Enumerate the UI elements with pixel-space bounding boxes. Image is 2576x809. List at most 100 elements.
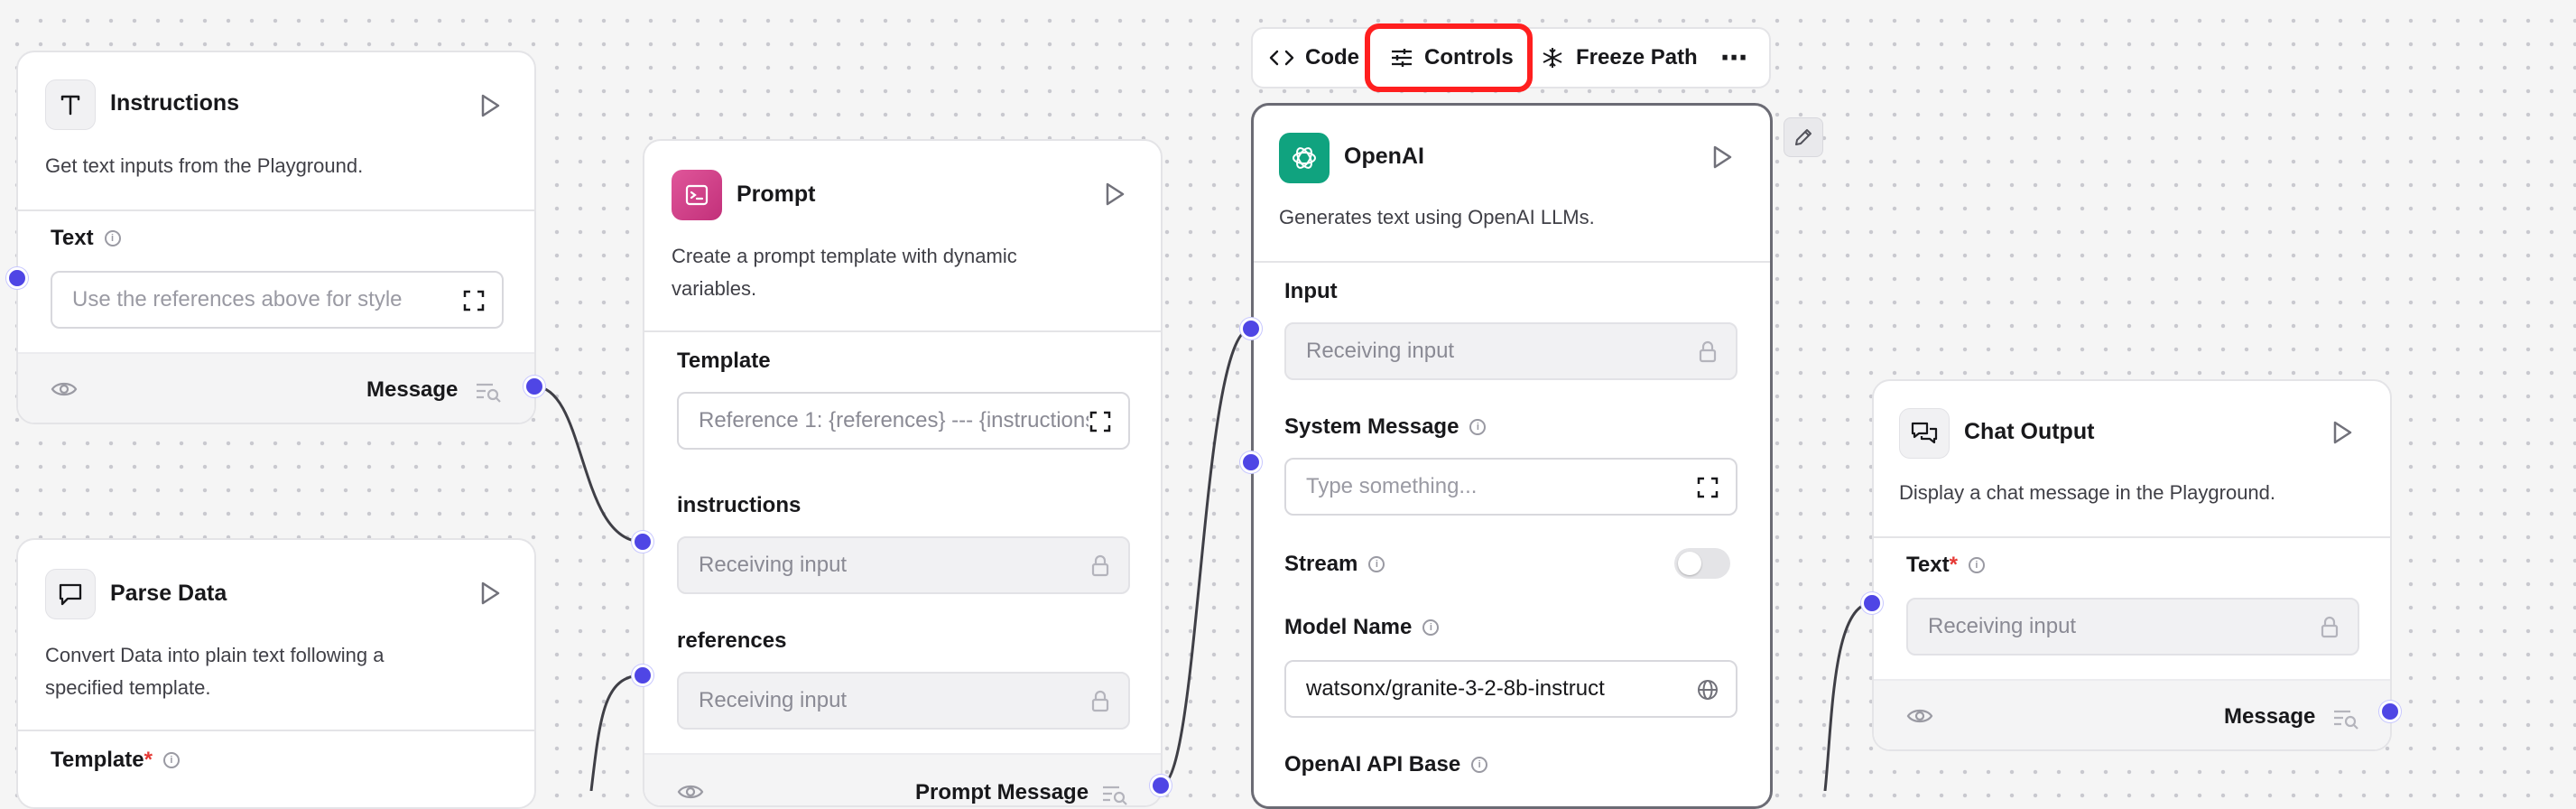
input-value: Receiving input: [1306, 339, 1455, 363]
output-label: Prompt Message: [915, 780, 1089, 804]
node-title: OpenAI: [1344, 144, 1424, 169]
divider: [18, 209, 534, 211]
text-input: Receiving input: [1906, 598, 2359, 656]
expand-icon[interactable]: [1089, 410, 1112, 433]
field-label-text: Text i: [51, 226, 121, 251]
node-header: Parse Data: [18, 540, 534, 645]
info-icon: i: [104, 230, 121, 246]
port-prompt-references[interactable]: [632, 665, 653, 686]
stream-toggle[interactable]: [1674, 548, 1730, 579]
play-icon[interactable]: [1710, 144, 1734, 171]
play-icon[interactable]: [478, 92, 502, 119]
label-text: Model Name: [1284, 615, 1413, 639]
edge-openai-chat: [1823, 601, 1873, 791]
output-label: Message: [2224, 704, 2316, 729]
port-openai-input[interactable]: [1240, 318, 1262, 339]
node-instructions[interactable]: Instructions Get text inputs from the Pl…: [16, 51, 536, 424]
eye-icon[interactable]: [1906, 706, 1933, 726]
system-message-input[interactable]: Type something...: [1284, 458, 1737, 516]
node-description: Display a chat message in the Playground…: [1899, 481, 2276, 504]
port-chat-output[interactable]: [2379, 701, 2401, 722]
edge-instructions-prompt: [533, 385, 644, 544]
field-label-template: Template * i: [51, 748, 180, 773]
node-description-line2: specified template.: [45, 676, 211, 699]
play-icon[interactable]: [1103, 181, 1126, 208]
node-header: Chat Output: [1874, 381, 2390, 486]
parse-icon: [45, 569, 96, 619]
play-icon[interactable]: [2330, 419, 2354, 446]
field-label-system-message: System Message i: [1284, 414, 1487, 440]
node-description-line1: Create a prompt template with dynamic: [672, 245, 1017, 267]
list-search-icon: [2334, 710, 2358, 730]
lock-icon: [1089, 690, 1112, 713]
lock-icon: [1696, 340, 1719, 364]
port-prompt-instructions[interactable]: [632, 531, 653, 553]
node-header: OpenAI: [1254, 106, 1770, 210]
input-value: Reference 1: {references} --- {instructi…: [699, 408, 1104, 432]
chat-icon: [1899, 408, 1950, 459]
port-prompt-output[interactable]: [1150, 775, 1172, 796]
text-input[interactable]: Use the references above for style: [51, 271, 504, 329]
port-instructions-input[interactable]: [6, 267, 28, 289]
node-footer: Message: [18, 352, 534, 423]
node-header: Instructions: [18, 52, 534, 157]
field-label-api-base: OpenAI API Base i: [1284, 752, 1488, 777]
label-text: Template: [51, 748, 144, 772]
node-chat-output[interactable]: Chat Output Display a chat message in th…: [1872, 379, 2392, 751]
field-label-text: Text * i: [1906, 553, 1985, 578]
node-footer: Prompt Message: [644, 753, 1161, 805]
play-icon[interactable]: [478, 580, 502, 607]
edge-parse-prompt: [589, 674, 644, 791]
more-icon: ⋯: [1720, 42, 1747, 73]
globe-icon[interactable]: [1696, 678, 1719, 702]
node-title: Parse Data: [110, 581, 227, 606]
eye-icon[interactable]: [51, 379, 78, 399]
list-search-icon: [1103, 786, 1127, 805]
eye-icon[interactable]: [677, 782, 704, 802]
edge-prompt-openai: [1160, 327, 1252, 787]
more-options-button[interactable]: ⋯: [1720, 29, 1747, 87]
node-parse-data[interactable]: Parse Data Convert Data into plain text …: [16, 538, 536, 809]
required-mark: *: [144, 748, 153, 772]
field-label-stream: Stream i: [1284, 552, 1385, 577]
node-header: Prompt: [644, 141, 1161, 246]
output-label: Message: [366, 377, 459, 402]
node-title: Chat Output: [1964, 419, 2095, 444]
divider: [1874, 536, 2390, 538]
required-mark: *: [1949, 553, 1958, 577]
divider: [18, 730, 534, 731]
node-openai[interactable]: OpenAI Generates text using OpenAI LLMs.…: [1251, 103, 1773, 809]
controls-highlight: [1365, 23, 1533, 92]
divider: [644, 330, 1161, 332]
code-button[interactable]: Code: [1269, 29, 1359, 87]
port-instructions-output[interactable]: [524, 376, 545, 397]
divider: [1254, 261, 1770, 263]
text-icon: [45, 79, 96, 130]
node-footer: Message: [1874, 679, 2390, 749]
input-value: watsonx/granite-3-2-8b-instruct: [1306, 676, 1605, 701]
input-placeholder: Use the references above for style: [72, 287, 403, 312]
label-text: Stream: [1284, 552, 1358, 576]
freeze-path-button[interactable]: Freeze Path: [1540, 29, 1698, 87]
field-label-template: Template: [677, 349, 771, 373]
terminal-icon: [672, 170, 722, 220]
template-input[interactable]: Reference 1: {references} --- {instructi…: [677, 392, 1130, 450]
expand-icon[interactable]: [1696, 476, 1719, 499]
code-icon: [1269, 50, 1294, 66]
list-search-icon: [477, 383, 501, 403]
node-prompt[interactable]: Prompt Create a prompt template with dyn…: [643, 139, 1163, 807]
port-chat-input[interactable]: [1861, 592, 1883, 614]
field-label-instructions: instructions: [677, 493, 802, 517]
node-title: Prompt: [737, 181, 816, 207]
references-input: Receiving input: [677, 672, 1130, 730]
instructions-input: Receiving input: [677, 536, 1130, 594]
expand-icon[interactable]: [462, 289, 486, 312]
edit-name-button[interactable]: [1784, 117, 1823, 157]
freeze-label: Freeze Path: [1576, 45, 1698, 70]
info-icon: i: [1368, 556, 1385, 572]
label-text: Text: [51, 226, 94, 250]
info-icon: i: [1471, 757, 1488, 773]
port-openai-system[interactable]: [1240, 451, 1262, 473]
model-name-input[interactable]: watsonx/granite-3-2-8b-instruct: [1284, 660, 1737, 718]
label-text: System Message: [1284, 414, 1459, 439]
